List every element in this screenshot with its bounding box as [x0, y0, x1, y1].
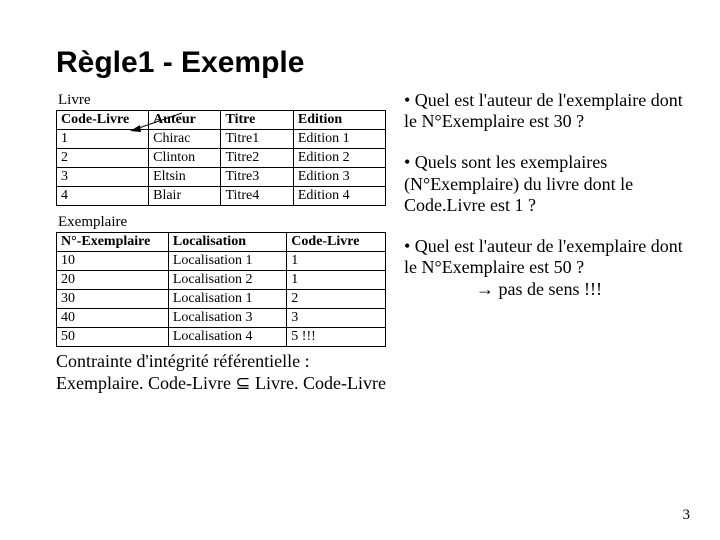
table-row: 3EltsinTitre3Edition 3 [57, 168, 386, 187]
constraint-text: Contrainte d'intégrité référentielle : E… [56, 351, 704, 394]
table-row: 20Localisation 21 [57, 271, 386, 290]
slide-title: Règle1 - Exemple [56, 46, 704, 80]
table-row: 4BlairTitre4Edition 4 [57, 187, 386, 206]
question-1: • Quel est l'auteur de l'exemplaire dont… [404, 90, 700, 132]
livre-label: Livre [58, 92, 386, 109]
question-3-answer: → pas de sens !!! [404, 279, 700, 300]
exemplaire-table: N°-Exemplaire Localisation Code-Livre 10… [56, 232, 386, 347]
exemplaire-header-row: N°-Exemplaire Localisation Code-Livre [57, 233, 386, 252]
livre-h2: Titre [221, 111, 293, 130]
constraint-line1: Contrainte d'intégrité référentielle : [56, 351, 310, 371]
ex-h1: Localisation [168, 233, 286, 252]
livre-h0: Code-Livre [57, 111, 149, 130]
livre-table: Code-Livre Auteur Titre Edition 1ChiracT… [56, 110, 386, 206]
livre-h3: Edition [293, 111, 385, 130]
table-row: 2ClintonTitre2Edition 2 [57, 149, 386, 168]
constraint-line2: Exemplaire. Code-Livre ⊆ Livre. Code-Liv… [56, 373, 386, 393]
question-3: • Quel est l'auteur de l'exemplaire dont… [404, 236, 700, 278]
livre-header-row: Code-Livre Auteur Titre Edition [57, 111, 386, 130]
tables-panel: Livre Code-Livre Auteur Titre Edition 1C… [56, 90, 386, 347]
table-row: 1ChiracTitre1Edition 1 [57, 130, 386, 149]
question-2: • Quels sont les exemplaires (N°Exemplai… [404, 152, 700, 216]
page-number: 3 [683, 507, 691, 524]
exemplaire-label: Exemplaire [58, 214, 386, 231]
ex-h0: N°-Exemplaire [57, 233, 169, 252]
table-row: 10Localisation 11 [57, 252, 386, 271]
table-row: 40Localisation 33 [57, 309, 386, 328]
table-row: 50Localisation 45 !!! [57, 328, 386, 347]
table-row: 30Localisation 12 [57, 290, 386, 309]
livre-h1: Auteur [149, 111, 221, 130]
ex-h2: Code-Livre [287, 233, 386, 252]
questions-panel: • Quel est l'auteur de l'exemplaire dont… [404, 90, 704, 347]
